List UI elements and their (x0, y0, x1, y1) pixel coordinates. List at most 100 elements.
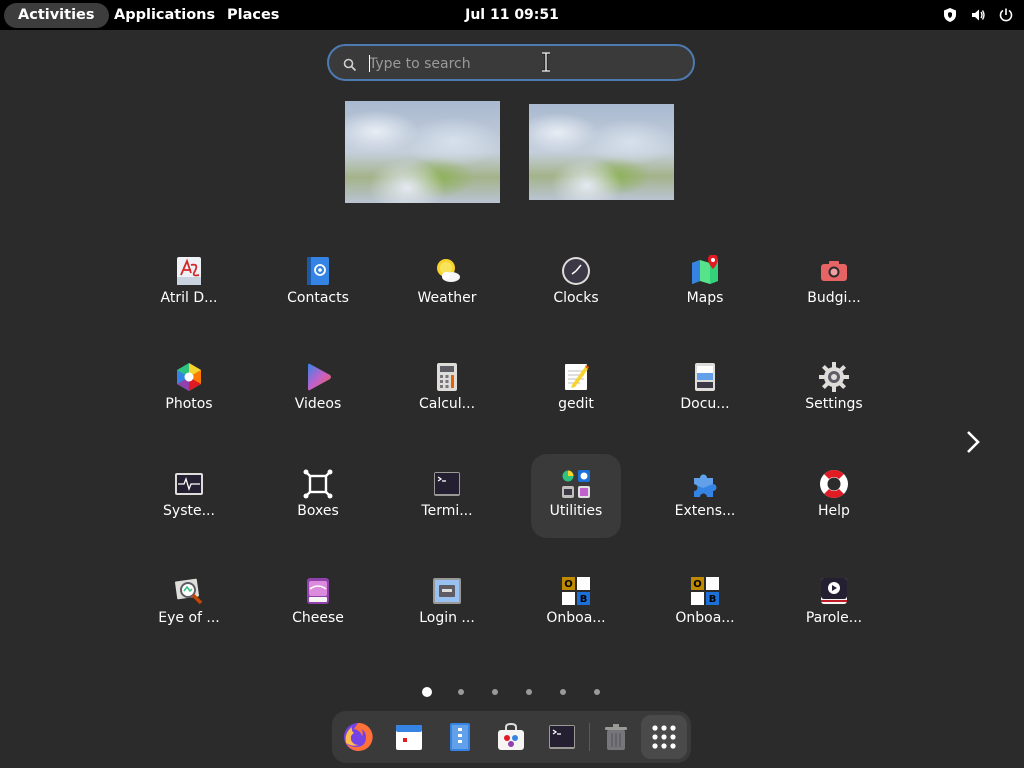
eye-of-gnome-icon (173, 575, 205, 607)
applications-menu[interactable]: Applications (100, 3, 229, 28)
terminal-icon (431, 468, 463, 500)
clock[interactable]: Jul 11 09:51 (452, 3, 572, 28)
activities-button[interactable]: Activities (4, 3, 109, 28)
cheese-icon (302, 575, 334, 607)
app-photos[interactable]: Photos (144, 347, 234, 431)
budgie-screenshot-icon (818, 255, 850, 287)
page-dot-1[interactable] (422, 687, 432, 697)
app-cheese[interactable]: Cheese (273, 561, 363, 645)
app-label: Maps (686, 290, 724, 306)
app-login-window[interactable]: Login ... (402, 561, 492, 645)
app-terminal[interactable]: Termi... (402, 454, 492, 538)
app-extensions[interactable]: Extens... (660, 454, 750, 538)
login-window-icon (431, 575, 463, 607)
app-clocks[interactable]: Clocks (531, 241, 621, 325)
utilities-folder-icon (560, 468, 592, 500)
svg-text:O: O (693, 579, 702, 590)
app-maps[interactable]: Maps (660, 241, 750, 325)
system-tray[interactable] (942, 7, 1014, 25)
folder-utilities[interactable]: Utilities (531, 454, 621, 538)
app-label: Help (818, 503, 850, 519)
app-calculator[interactable]: Calcul... (402, 347, 492, 431)
contacts-icon (302, 255, 334, 287)
app-label: gedit (558, 396, 594, 412)
shield-icon[interactable] (942, 7, 958, 23)
calendar-icon[interactable] (393, 721, 425, 753)
app-label: Extens... (674, 503, 736, 519)
atril-document-viewer-icon (173, 255, 205, 287)
page-dot-5[interactable] (560, 689, 566, 695)
boxes-icon (302, 468, 334, 500)
app-label: Docu... (680, 396, 730, 412)
app-gedit[interactable]: gedit (531, 347, 621, 431)
app-onboard[interactable]: OB Onboa... (531, 561, 621, 645)
app-label: Parole... (805, 610, 863, 626)
search-box[interactable] (327, 44, 695, 81)
app-budgie-screenshot[interactable]: Budgi... (789, 241, 879, 325)
app-label: Contacts (287, 290, 349, 306)
search-icon (343, 57, 357, 72)
page-indicator (420, 687, 610, 699)
parole-media-player-icon (818, 575, 850, 607)
videos-icon (302, 361, 334, 393)
trash-icon[interactable] (600, 721, 632, 753)
text-caret (369, 55, 370, 72)
workspace-thumbnail-2[interactable] (529, 104, 674, 200)
wallpaper-preview (345, 101, 500, 203)
app-label: Weather (417, 290, 477, 306)
app-eye-of-gnome[interactable]: Eye of ... (144, 561, 234, 645)
power-icon[interactable] (998, 7, 1014, 23)
volume-icon[interactable] (970, 7, 986, 23)
clocks-icon (560, 255, 592, 287)
gedit-icon (560, 361, 592, 393)
dock-separator (589, 723, 590, 751)
app-label: Login ... (419, 610, 475, 626)
terminal-icon[interactable] (546, 721, 578, 753)
app-document-scanner[interactable]: Docu... (660, 347, 750, 431)
page-dot-3[interactable] (492, 689, 498, 695)
search-input[interactable] (367, 52, 671, 76)
calculator-icon (431, 361, 463, 393)
app-label: Budgi... (807, 290, 861, 306)
app-label: Termi... (421, 503, 473, 519)
app-help[interactable]: Help (789, 454, 879, 538)
app-parole[interactable]: Parole... (789, 561, 879, 645)
app-label: Onboa... (675, 610, 735, 626)
show-apps-grid-icon[interactable] (648, 721, 680, 753)
page-dot-2[interactable] (458, 689, 464, 695)
system-monitor-icon (173, 468, 205, 500)
app-boxes[interactable]: Boxes (273, 454, 363, 538)
app-videos[interactable]: Videos (273, 347, 363, 431)
firefox-icon[interactable] (342, 721, 374, 753)
svg-text:B: B (580, 594, 588, 605)
app-weather[interactable]: Weather (402, 241, 492, 325)
app-label: Settings (805, 396, 863, 412)
next-page-arrow-icon[interactable] (962, 429, 984, 455)
app-onboard-settings[interactable]: OB Onboa... (660, 561, 750, 645)
app-label: Cheese (292, 610, 344, 626)
app-system-monitor[interactable]: Syste... (144, 454, 234, 538)
svg-text:O: O (564, 579, 573, 590)
app-label: Atril D... (160, 290, 218, 306)
software-store-icon[interactable] (495, 721, 527, 753)
svg-text:B: B (709, 594, 717, 605)
places-menu[interactable]: Places (213, 3, 293, 28)
app-label: Clocks (553, 290, 599, 306)
app-label: Utilities (549, 503, 603, 519)
app-label: Onboa... (546, 610, 606, 626)
app-settings[interactable]: Settings (789, 347, 879, 431)
app-contacts[interactable]: Contacts (273, 241, 363, 325)
page-dot-6[interactable] (594, 689, 600, 695)
photos-icon (173, 361, 205, 393)
top-bar: Activities Applications Places Jul 11 09… (0, 0, 1024, 30)
workspace-thumbnail-1[interactable] (345, 101, 500, 203)
document-scanner-icon (689, 361, 721, 393)
file-manager-icon[interactable] (444, 721, 476, 753)
app-atril[interactable]: Atril D... (144, 241, 234, 325)
app-label: Eye of ... (158, 610, 220, 626)
settings-gear-icon (818, 361, 850, 393)
ibeam-cursor-icon (540, 51, 552, 73)
page-dot-4[interactable] (526, 689, 532, 695)
app-label: Calcul... (418, 396, 476, 412)
dash-dock (332, 711, 691, 763)
